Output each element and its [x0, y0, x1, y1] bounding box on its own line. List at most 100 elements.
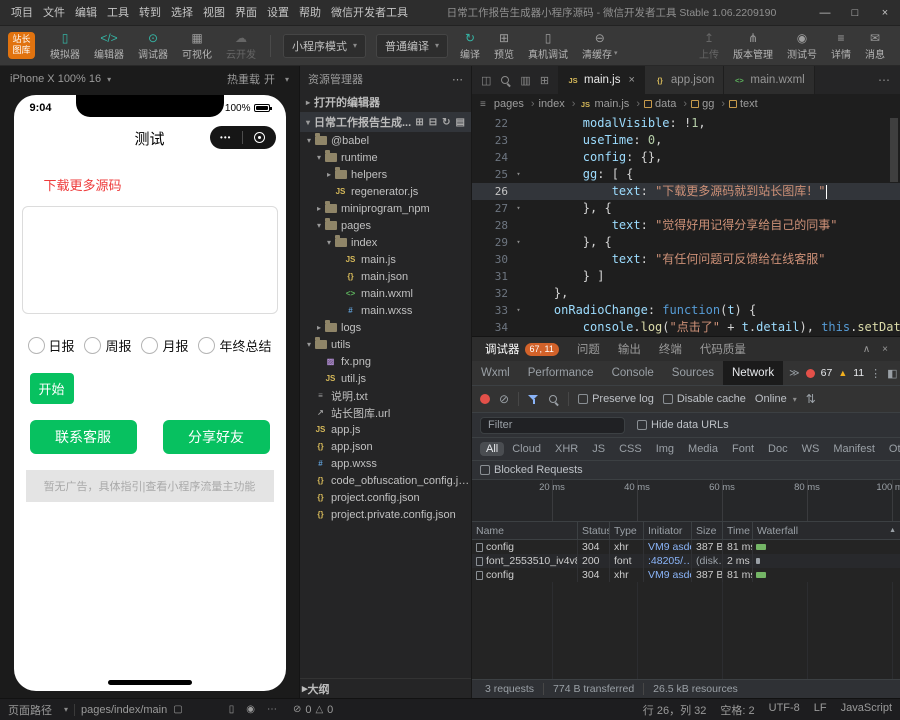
code-line[interactable]: 22 modalVisible: !1,	[472, 115, 900, 132]
error-badge-icon[interactable]	[806, 369, 815, 378]
collapse-panel-icon[interactable]: ∧	[863, 344, 870, 355]
network-request-row[interactable]: font_2553510_iv4v8…200font:48205/…(disk……	[472, 554, 900, 568]
column-header[interactable]: Time	[723, 522, 753, 539]
tree-folder-item[interactable]: ▾@babel	[300, 132, 471, 149]
remote-debug-button[interactable]: ▯真机调试	[521, 26, 575, 65]
statusbar-item[interactable]: JavaScript	[841, 702, 892, 718]
filter-pill[interactable]: Img	[650, 442, 680, 456]
outline-section[interactable]: ▸ 大纲	[300, 678, 471, 698]
share-friend-button[interactable]: 分享好友	[163, 420, 270, 454]
project-root-section[interactable]: ▾ 日常工作报告生成... ⊞⊟↻▤	[300, 112, 471, 132]
tree-folder-item[interactable]: ▾utils	[300, 336, 471, 353]
statusbar-item[interactable]: 行 26，列 32	[643, 702, 707, 718]
tree-file-item[interactable]: JSapp.js	[300, 421, 471, 438]
tree-file-item[interactable]: JSmain.js	[300, 251, 471, 268]
page-path-label[interactable]: 页面路径	[8, 702, 52, 718]
menubar-item[interactable]: 微信开发者工具	[326, 0, 413, 26]
column-header[interactable]: Initiator	[644, 522, 692, 539]
code-line[interactable]: 29▾ }, {	[472, 234, 900, 251]
split-editor-icon[interactable]: ◫	[481, 74, 491, 87]
radio-option[interactable]: 月报	[141, 336, 188, 355]
editor-button[interactable]: </>编辑器	[87, 26, 131, 65]
tree-file-item[interactable]: {}app.json	[300, 438, 471, 455]
tree-folder-item[interactable]: ▾index	[300, 234, 471, 251]
column-header[interactable]: Status	[578, 522, 610, 539]
preserve-log-checkbox[interactable]: Preserve log	[578, 393, 654, 405]
tree-folder-item[interactable]: ▸miniprogram_npm	[300, 200, 471, 217]
simulator-toggle-icon[interactable]: ▯	[229, 704, 235, 715]
minimize-button[interactable]: —	[810, 0, 840, 25]
copy-icon[interactable]: ▢	[173, 704, 182, 715]
tree-file-item[interactable]: ▨fx.png	[300, 353, 471, 370]
menubar-item[interactable]: 视图	[198, 0, 230, 26]
menubar-item[interactable]: 帮助	[294, 0, 326, 26]
filter-pill[interactable]: Font	[726, 442, 760, 456]
fold-icon[interactable]: ▾	[512, 234, 525, 251]
panel-tab[interactable]: 代码质量	[691, 337, 755, 361]
collapse-all-icon[interactable]: ▤	[456, 117, 465, 128]
refresh-icon[interactable]: ↻	[442, 117, 450, 128]
test-account-button[interactable]: ◉测试号	[780, 26, 824, 65]
menubar-item[interactable]: 界面	[230, 0, 262, 26]
breadcrumb-item[interactable]: pages	[494, 98, 539, 110]
upload-button[interactable]: ↥上传	[692, 26, 726, 65]
code-editor[interactable]: 22 modalVisible: !1,23 useTime: 0,24 con…	[472, 114, 900, 336]
filter-pill[interactable]: Doc	[762, 442, 794, 456]
filter-pill[interactable]: Media	[682, 442, 724, 456]
filter-pill[interactable]: XHR	[549, 442, 584, 456]
tree-file-item[interactable]: {}code_obfuscation_config.json	[300, 472, 471, 489]
contact-service-button[interactable]: 联系客服	[30, 420, 137, 454]
warning-icon[interactable]: ▲	[838, 368, 847, 378]
radio-option[interactable]: 日报	[28, 336, 75, 355]
editor-tab[interactable]: {}app.json	[645, 66, 724, 94]
column-header[interactable]: Type	[610, 522, 644, 539]
waterfall-overview[interactable]: 20 ms40 ms60 ms80 ms100 ms	[472, 480, 900, 522]
code-line[interactable]: 28 text: "觉得好用记得分享给自己的同事"	[472, 217, 900, 234]
filter-pill[interactable]: WS	[796, 442, 826, 456]
breadcrumb-item[interactable]: data	[644, 98, 691, 110]
new-tab-icon[interactable]: ⊞	[540, 74, 549, 87]
tree-file-item[interactable]: ↗站长图库.url	[300, 404, 471, 421]
tree-file-item[interactable]: {}main.json	[300, 268, 471, 285]
filter-pill[interactable]: Other	[883, 442, 900, 456]
breadcrumb-item[interactable]: JSmain.js	[579, 98, 644, 110]
exit-minip-icon[interactable]	[243, 132, 276, 143]
panel-tab[interactable]: 终端	[650, 337, 691, 361]
devtools-tab[interactable]: Console	[603, 361, 663, 385]
network-filter-input[interactable]	[480, 417, 625, 434]
search-icon[interactable]	[500, 75, 511, 86]
more-panels-icon[interactable]: ≫	[783, 368, 805, 379]
radio-option[interactable]: 周报	[84, 336, 131, 355]
clear-icon[interactable]: ⊘	[499, 392, 509, 406]
panel-tab[interactable]: 输出	[609, 337, 650, 361]
code-line[interactable]: 25▾ gg: [ {	[472, 166, 900, 183]
more-menu-icon[interactable]: •••	[210, 133, 243, 142]
compile-button[interactable]: ↻编译	[453, 26, 487, 65]
network-request-row[interactable]: config304xhrVM9 asde…387 B81 ms	[472, 540, 900, 554]
devtools-menu-icon[interactable]: ⋮	[870, 367, 881, 380]
close-button[interactable]: ×	[870, 0, 900, 25]
details-button[interactable]: ≡详情	[824, 26, 858, 65]
filter-pill[interactable]: Cloud	[506, 442, 547, 456]
menubar-item[interactable]: 项目	[6, 0, 38, 26]
mode-dropdown[interactable]: 小程序模式 ▾	[283, 34, 366, 58]
filter-icon[interactable]	[528, 394, 539, 405]
account-avatar[interactable]: 站长图库	[8, 32, 35, 59]
more-icon[interactable]: ⋯	[267, 704, 277, 715]
page-path-value[interactable]: pages/index/main	[81, 704, 167, 716]
close-panel-icon[interactable]: ×	[882, 344, 888, 355]
editor-tab[interactable]: <>main.wxml	[724, 66, 814, 94]
request-initiator[interactable]: VM9 asde…	[644, 540, 692, 554]
debugger-button[interactable]: ⊙调试器	[131, 26, 175, 65]
visualizer-button[interactable]: ▦可视化	[175, 26, 219, 65]
code-line[interactable]: 31 } ]	[472, 268, 900, 285]
fold-icon[interactable]: ▾	[512, 166, 525, 183]
tree-file-item[interactable]: <>main.wxml	[300, 285, 471, 302]
disable-cache-checkbox[interactable]: Disable cache	[663, 393, 746, 405]
close-tab-icon[interactable]: ×	[628, 74, 634, 86]
code-line[interactable]: 23 useTime: 0,	[472, 132, 900, 149]
filter-pill[interactable]: JS	[586, 442, 611, 456]
code-line[interactable]: 32 },	[472, 285, 900, 302]
code-line[interactable]: 24 config: {},	[472, 149, 900, 166]
preview-button[interactable]: ⊞预览	[487, 26, 521, 65]
